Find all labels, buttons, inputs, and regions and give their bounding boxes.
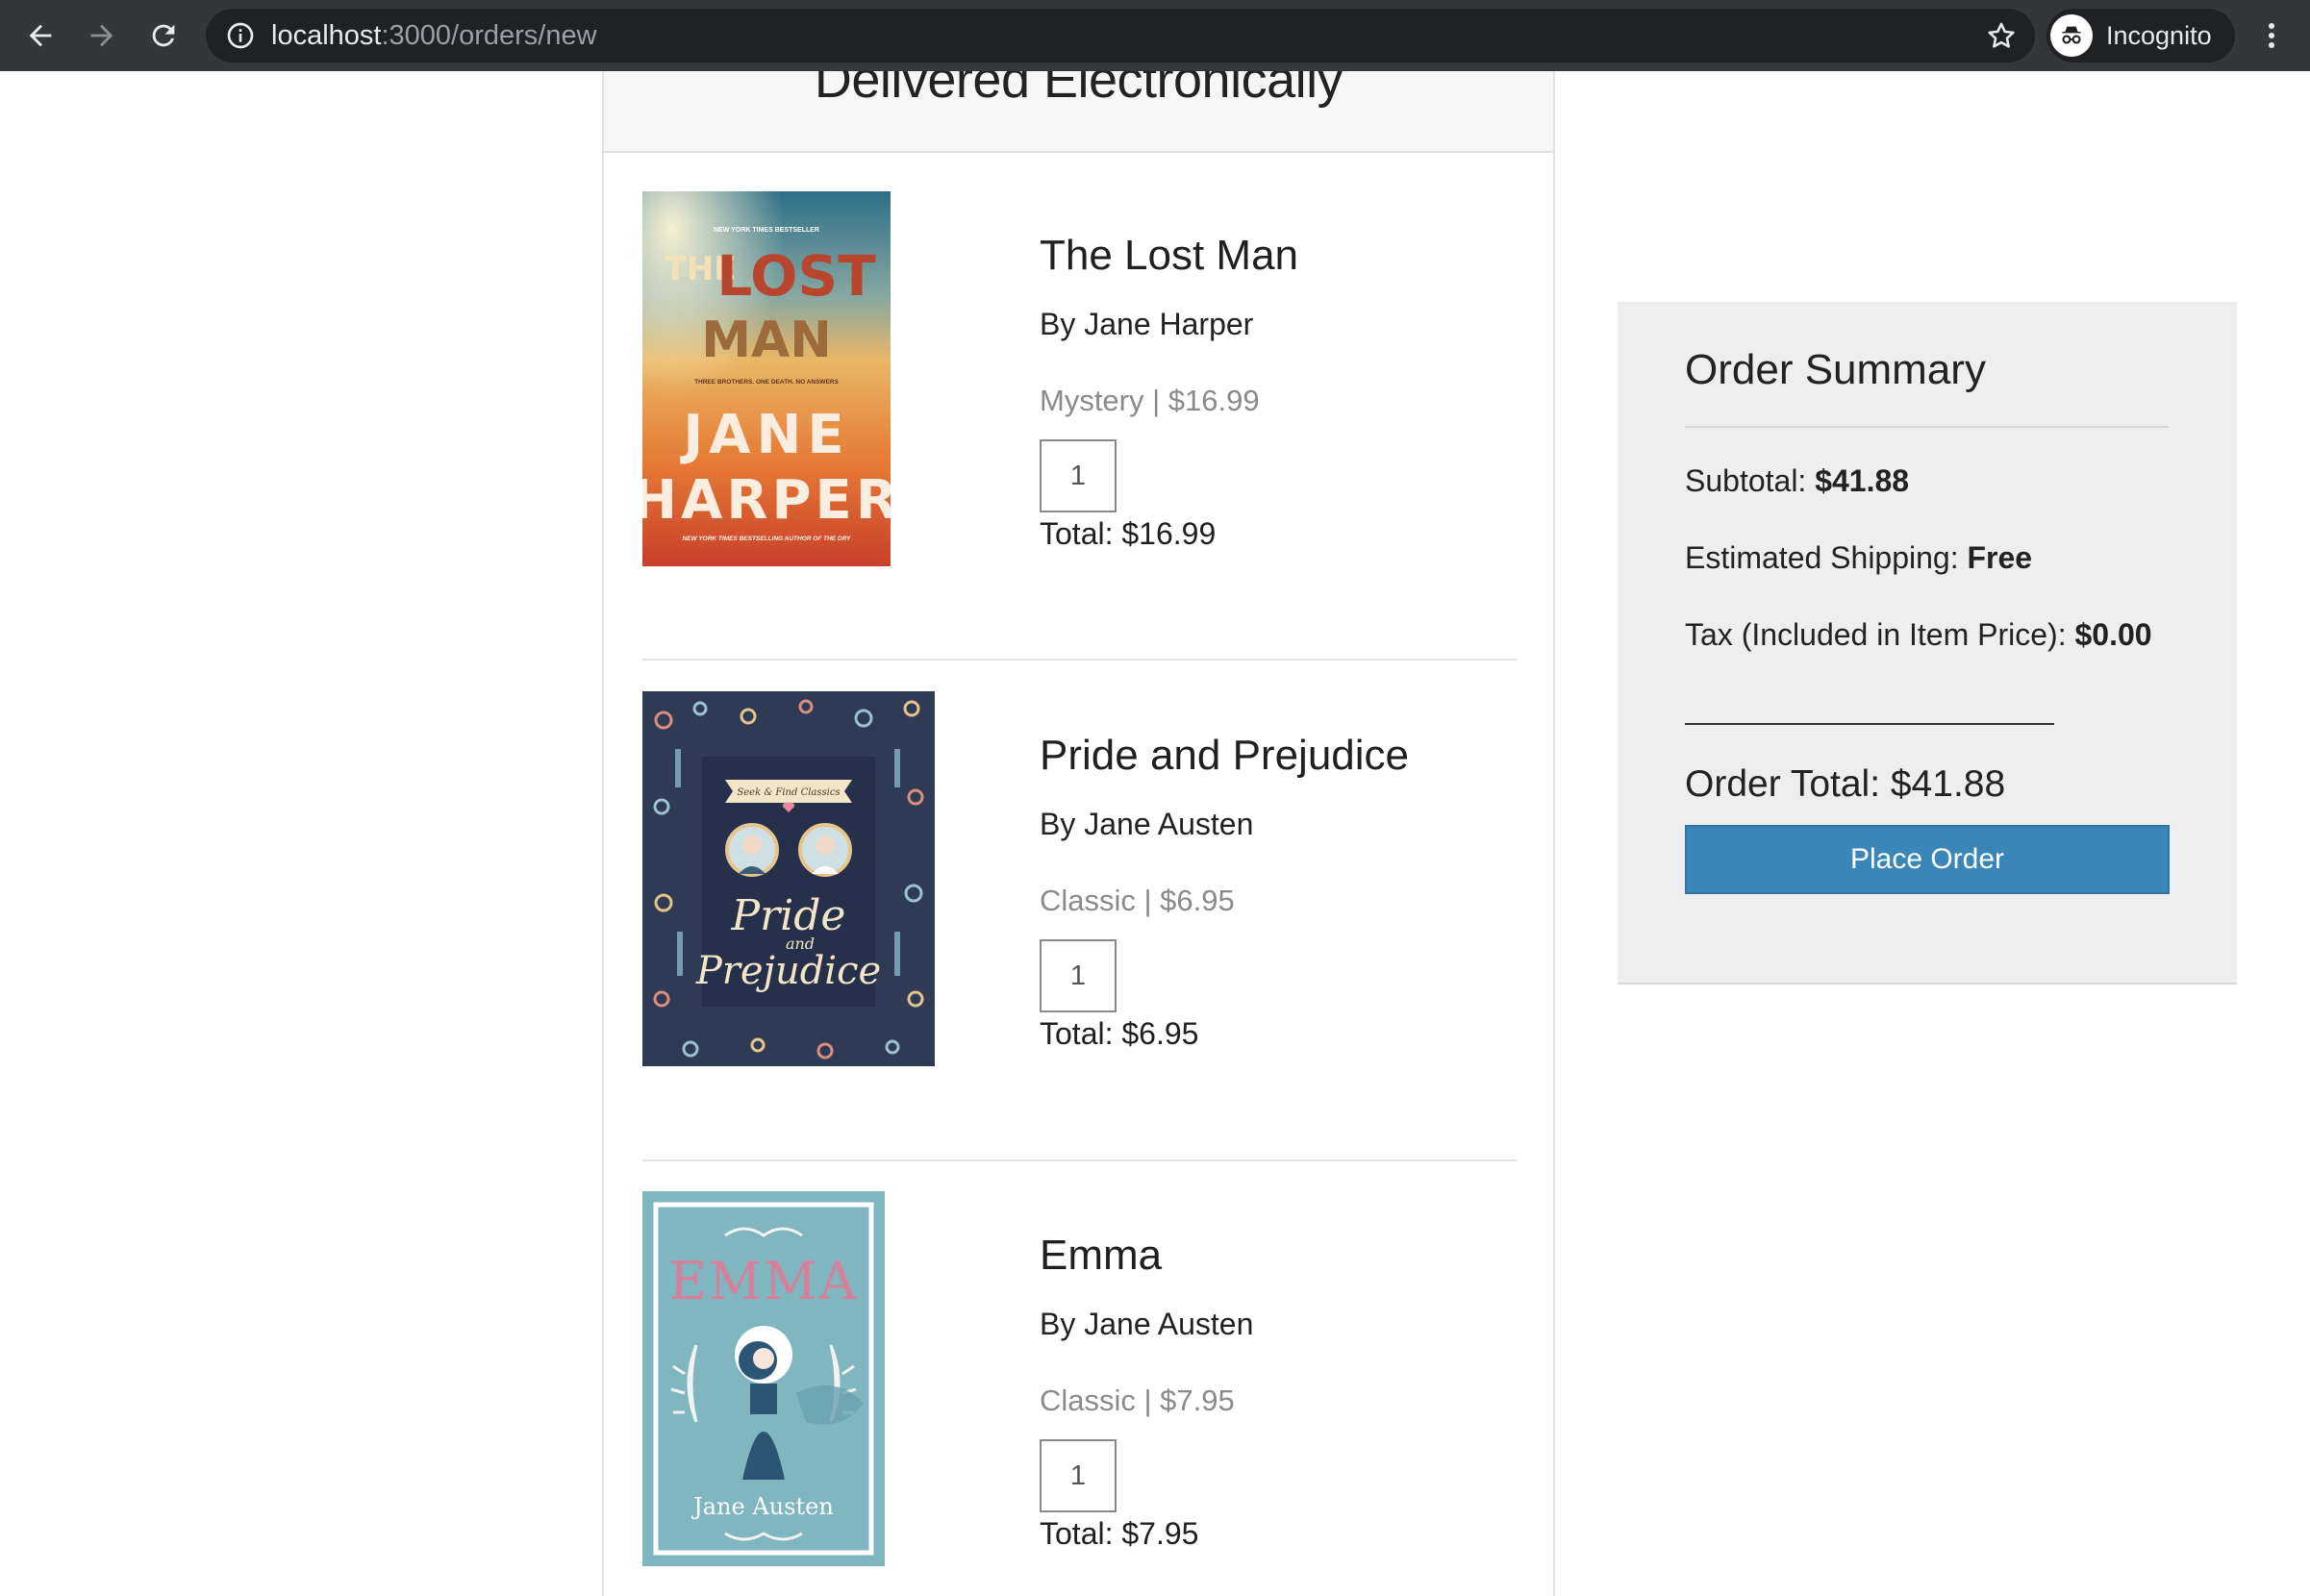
item-total: Total: $7.95 (1040, 1516, 1199, 1551)
tax-value: $0.00 (2074, 617, 2152, 652)
order-summary-panel: Order Summary Subtotal: $41.88 Estimated… (1618, 302, 2237, 985)
order-summary-title: Order Summary (1685, 346, 1986, 393)
reload-button[interactable] (140, 12, 187, 59)
cover-footer: NEW YORK TIMES BESTSELLING AUTHOR OF THE… (682, 536, 851, 542)
quantity-input[interactable] (1040, 1439, 1117, 1512)
cart-item: NEW YORK TIMES BESTSELLER THE LOST MAN T… (642, 191, 1517, 576)
subtotal-value: $41.88 (1815, 463, 1910, 498)
url-text[interactable]: localhost:3000/orders/new (271, 9, 597, 62)
cart-item: EMMA Jane Austen Emma By Jane Austen Cla… (642, 1191, 1517, 1576)
cover-man: MAN (701, 312, 832, 369)
cover-banner: Seek & Find Classics (737, 787, 840, 798)
book-author: By Jane Austen (1040, 807, 1254, 841)
star-icon[interactable] (1985, 19, 2018, 52)
book-genre-price: Classic | $7.95 (1040, 1384, 1235, 1417)
book-title: Emma (1040, 1232, 1163, 1279)
place-order-button[interactable]: Place Order (1685, 825, 2170, 894)
summary-divider (1685, 426, 2169, 428)
item-divider (642, 659, 1517, 661)
incognito-icon (2050, 14, 2093, 57)
quantity-input[interactable] (1040, 439, 1117, 512)
shipping-value: Free (1967, 540, 2033, 575)
panel-header: Delivered Electronically (604, 71, 1553, 153)
cover-author-first: JANE (679, 404, 849, 466)
book-cover-image: Seek & Find Classics Pride and Prejudice (642, 691, 935, 1066)
book-author: By Jane Austen (1040, 1307, 1254, 1341)
cover-line3: Prejudice (695, 949, 881, 993)
cart-item: Seek & Find Classics Pride and Prejudice… (642, 691, 1517, 1076)
total-underline (1685, 723, 2054, 725)
url-host: localhost (271, 20, 382, 51)
cover-author-last: HARPER (642, 469, 891, 532)
shipping-label: Estimated Shipping: (1685, 540, 1968, 575)
item-total: Total: $6.95 (1040, 1016, 1199, 1051)
forward-button[interactable] (79, 12, 125, 59)
book-title: Pride and Prejudice (1040, 732, 1410, 779)
tax-label: Tax (Included in Item Price): (1685, 617, 2075, 652)
subtotal-row: Subtotal: $41.88 (1685, 463, 1909, 499)
back-arrow-icon (29, 24, 52, 47)
shipping-row: Estimated Shipping: Free (1685, 540, 2032, 576)
book-title: The Lost Man (1040, 232, 1299, 279)
cover-lost: LOST (716, 243, 876, 309)
panel-title: Delivered Electronically (814, 71, 1343, 109)
book-author: By Jane Harper (1040, 307, 1254, 341)
item-total: Total: $16.99 (1040, 516, 1217, 551)
book-genre-price: Classic | $6.95 (1040, 884, 1235, 917)
forward-arrow-icon (90, 24, 113, 47)
back-button[interactable] (17, 12, 63, 59)
cover-title: EMMA (669, 1251, 859, 1311)
order-total: Order Total: $41.88 (1685, 763, 2006, 805)
browser-toolbar: localhost:3000/orders/new Incognito (0, 0, 2310, 71)
cover-small-top: NEW YORK TIMES BESTSELLER (714, 227, 819, 234)
subtotal-label: Subtotal: (1685, 463, 1816, 498)
cover-tagline: THREE BROTHERS. ONE DEATH. NO ANSWERS (694, 379, 840, 386)
cover-line1: Pride (731, 891, 846, 940)
url-path: :3000/orders/new (381, 20, 597, 51)
book-cover-image: NEW YORK TIMES BESTSELLER THE LOST MAN T… (642, 191, 891, 566)
tax-row: Tax (Included in Item Price): $0.00 (1685, 617, 2152, 653)
order-items-panel: Delivered Electronically NEW YORK TIMES … (602, 71, 1555, 1596)
cover-author: Jane Austen (690, 1493, 834, 1520)
info-icon[interactable] (225, 20, 256, 51)
address-bar[interactable]: localhost:3000/orders/new (206, 9, 2035, 62)
browser-menu-button[interactable] (2252, 12, 2291, 59)
kebab-menu-icon (2269, 23, 2274, 48)
reload-icon (152, 24, 175, 47)
incognito-label: Incognito (2106, 20, 2212, 50)
item-divider (642, 1160, 1517, 1161)
book-genre-price: Mystery | $16.99 (1040, 384, 1260, 417)
book-cover-image: EMMA Jane Austen (642, 1191, 885, 1566)
quantity-input[interactable] (1040, 939, 1117, 1012)
incognito-profile-button[interactable]: Incognito (2046, 9, 2235, 62)
